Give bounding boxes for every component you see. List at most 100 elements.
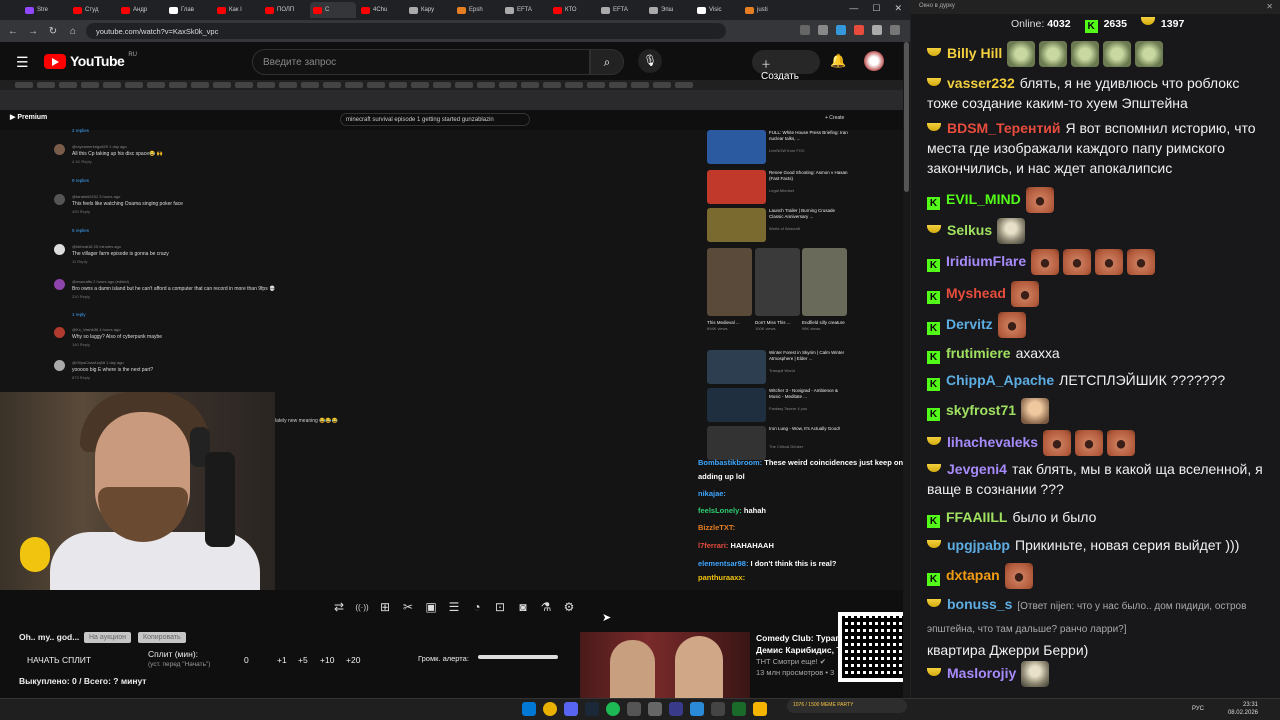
chat-username[interactable]: ChippA_Apache (946, 372, 1054, 388)
broadcast-icon[interactable]: ((·)) (353, 603, 371, 612)
search-input[interactable]: Введите запрос (252, 49, 590, 75)
side-video[interactable]: FULL: White House Press Briefing: Iran n… (707, 130, 850, 166)
short-thumbnail[interactable] (802, 248, 847, 316)
chat-username[interactable]: Selkus (947, 222, 992, 238)
browser-tab[interactable]: justi (742, 2, 788, 18)
alert-volume-slider[interactable] (478, 655, 558, 659)
microphone-icon[interactable]: 🎙 (638, 49, 662, 73)
subtitles-icon[interactable]: ☰ (445, 600, 463, 614)
extension-icon[interactable] (854, 25, 864, 35)
browser-tab[interactable]: Stre (22, 2, 68, 18)
taskbar-apps[interactable] (522, 702, 767, 716)
app-icon[interactable] (669, 702, 683, 716)
back-icon[interactable]: ← (6, 26, 20, 37)
extension-icon[interactable] (836, 25, 846, 35)
split-value[interactable]: 0 (244, 655, 249, 665)
page-scrollbar[interactable] (903, 42, 910, 698)
avatar[interactable] (864, 51, 884, 71)
explorer-icon[interactable] (753, 702, 767, 716)
app-icon[interactable] (711, 702, 725, 716)
copy-button[interactable]: Копировать (138, 632, 186, 643)
browser-tab[interactable]: Эпш (646, 2, 692, 18)
chat-username[interactable]: bonuss_s (947, 596, 1012, 612)
create-button[interactable]: ＋ Создать (752, 50, 820, 82)
chat-username[interactable]: lihachevaleks (947, 434, 1038, 450)
side-video[interactable]: Witcher 3 - Novigrad - Ambience & Music … (707, 388, 850, 424)
chat-username[interactable]: FFAAIILL (946, 509, 1007, 525)
recommendation-thumbnail[interactable] (580, 632, 750, 698)
browser-tab[interactable]: Андр (118, 2, 164, 18)
start-split-button[interactable]: НАЧАТЬ СПЛИТ (27, 655, 91, 665)
reload-icon[interactable]: ↻ (46, 26, 60, 37)
maximize-icon[interactable]: ☐ (872, 3, 880, 14)
side-video[interactable]: Renee Good Shooting: Asmon v Hasan (Fast… (707, 170, 850, 206)
chat-username[interactable]: IridiumFlare (946, 253, 1026, 269)
chat-username[interactable]: Jevgeni4 (947, 461, 1007, 477)
chat-username[interactable]: skyfrost71 (946, 402, 1016, 418)
system-clock[interactable]: 23:31 08.02.2026 (1228, 701, 1258, 718)
keyboard-language[interactable]: РУС (1192, 706, 1204, 712)
chrome-icon[interactable] (543, 702, 557, 716)
screenshot-icon[interactable]: ⊡ (491, 600, 509, 614)
steam-icon[interactable] (585, 702, 599, 716)
spotify-icon[interactable] (606, 702, 620, 716)
menu-icon[interactable]: ☰ (16, 54, 29, 71)
close-icon[interactable]: ✕ (894, 3, 902, 14)
app-icon[interactable] (627, 702, 641, 716)
split-plus1-button[interactable]: +1 (277, 655, 287, 665)
browser-tab[interactable]: EFTA (502, 2, 548, 18)
chat-username[interactable]: Maslorojiy (947, 665, 1016, 681)
replies-toggle[interactable]: 5 replies (72, 228, 89, 233)
extension-icon[interactable] (800, 25, 810, 35)
telegram-icon[interactable] (690, 702, 704, 716)
chat-username[interactable]: Billy Hill (947, 45, 1002, 61)
url-field[interactable]: youtube.com/watch?v=KaxSk0k_vpc (86, 23, 726, 39)
add-to-queue-icon[interactable]: ⊞ (376, 600, 394, 614)
discord-icon[interactable] (564, 702, 578, 716)
chat-username[interactable]: Myshead (946, 285, 1006, 301)
youtube-logo[interactable]: YouTube RU (44, 52, 137, 69)
browser-tab[interactable]: Кару (406, 2, 452, 18)
browser-tab[interactable]: Студ (70, 2, 116, 18)
clip-icon[interactable]: ✂ (399, 600, 417, 614)
chat-username[interactable]: BDSM_Терентий (947, 120, 1061, 136)
replies-toggle[interactable]: 2 replies (72, 128, 89, 133)
extensions[interactable] (800, 25, 900, 35)
download-icon[interactable] (872, 25, 882, 35)
browser-tab[interactable]: Как I (214, 2, 260, 18)
camera-icon[interactable]: ◙ (514, 600, 532, 614)
speed-icon[interactable]: ◔ (468, 600, 486, 614)
lab-icon[interactable]: ⚗ (537, 600, 555, 614)
windows-start-icon[interactable] (522, 702, 536, 716)
side-video[interactable]: Launch Trailer | Burning Crusade Classic… (707, 208, 850, 244)
chat-username[interactable]: Dervitz (946, 316, 993, 332)
browser-tab[interactable]: 4Chu (358, 2, 404, 18)
replies-toggle[interactable]: 9 replies (72, 178, 89, 183)
replies-toggle[interactable]: 1 reply (72, 312, 86, 317)
settings-icon[interactable]: ⚙ (560, 600, 578, 614)
chat-username[interactable]: vasser232 (947, 75, 1015, 91)
browser-tab[interactable]: Visic (694, 2, 740, 18)
browser-tab[interactable]: ПОЛП (262, 2, 308, 18)
split-plus5-button[interactable]: +5 (298, 655, 308, 665)
forward-icon[interactable]: → (26, 26, 40, 37)
notifications-icon[interactable]: 🔔 (830, 53, 846, 69)
browser-tab[interactable]: Глав (166, 2, 212, 18)
browser-tab[interactable]: С (310, 2, 356, 18)
short-thumbnail[interactable] (707, 248, 752, 316)
app-icon[interactable] (732, 702, 746, 716)
chat-username[interactable]: dxtapan (946, 567, 1000, 583)
split-plus10-button[interactable]: +10 (320, 655, 334, 665)
extension-icon[interactable] (818, 25, 828, 35)
window-controls[interactable]: — ☐ ✕ (849, 3, 902, 14)
short-thumbnail[interactable] (755, 248, 800, 316)
auction-button[interactable]: На аукцион (84, 632, 131, 643)
chat-username[interactable]: EVIL_MIND (946, 191, 1021, 207)
pip-icon[interactable]: ▣ (422, 600, 440, 614)
chat-username[interactable]: upgjpabp (947, 537, 1010, 553)
browser-tab[interactable]: КТО (550, 2, 596, 18)
home-icon[interactable]: ⌂ (66, 26, 80, 37)
minimize-icon[interactable]: — (849, 3, 858, 14)
recommendation-info[interactable]: Comedy Club: Турагент Демис Карибидис, Т… (756, 632, 841, 678)
loop-icon[interactable]: ⇄ (330, 600, 348, 614)
